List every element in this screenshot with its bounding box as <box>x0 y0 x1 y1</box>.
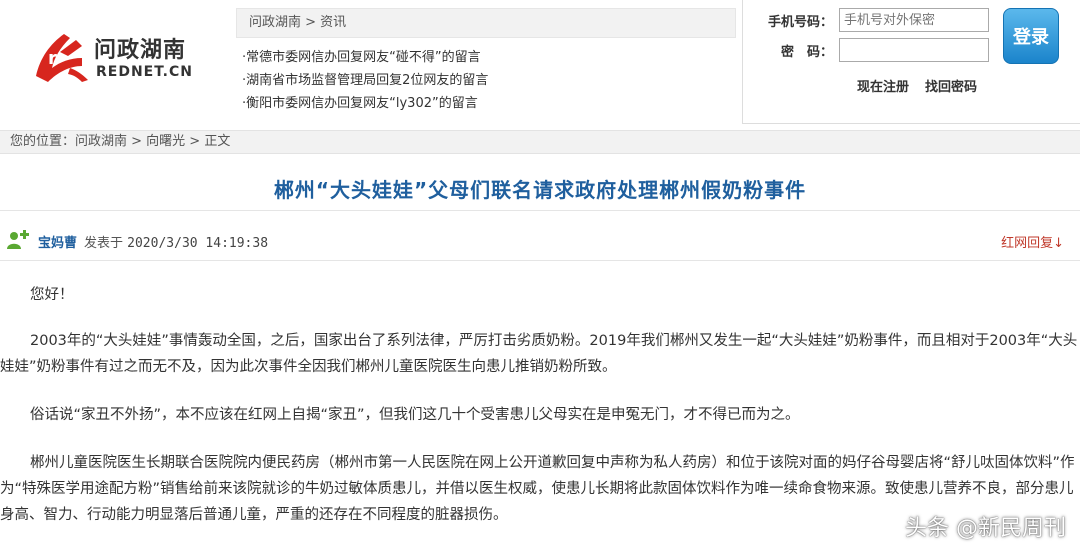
login-links: 现在注册 找回密码 <box>857 76 977 95</box>
rednet-logo-icon: r <box>36 34 88 82</box>
login-button[interactable]: 登录 <box>1003 8 1059 64</box>
phone-input[interactable] <box>839 8 989 32</box>
reply-link[interactable]: 红网回复↓ <box>1001 232 1064 251</box>
news-item[interactable]: ·湖南省市场监督管理局回复2位网友的留言 <box>242 69 736 92</box>
article-paragraph: 俗话说“家丑不外扬”，本不应该在红网上自揭“家丑”，但我们这几十个受害患儿父母实… <box>30 407 800 423</box>
site-header: r 问政湖南 REDNET.CN 问政湖南 > 资讯 ·常德市委网信办回复网友“… <box>0 0 1080 128</box>
news-item[interactable]: ·衡阳市委网信办回复网友“ly302”的留言 <box>242 92 736 115</box>
svg-text:r: r <box>48 48 57 69</box>
phone-label: 手机号码： <box>767 14 833 30</box>
author-divider <box>0 260 1080 261</box>
article-paragraph: 2003年的“大头娃娃”事情轰动全国，之后，国家出台了系列法律，严厉打击劣质奶粉… <box>0 333 1078 375</box>
news-item[interactable]: ·常德市委网信办回复网友“碰不得”的留言 <box>242 46 736 69</box>
location-breadcrumb[interactable]: 您的位置：问政湖南 > 向曙光 > 正文 <box>0 130 1080 154</box>
register-link[interactable]: 现在注册 <box>857 76 909 95</box>
password-label: 密 码： <box>780 44 833 60</box>
news-list: ·常德市委网信办回复网友“碰不得”的留言 ·湖南省市场监督管理局回复2位网友的留… <box>236 38 736 115</box>
login-panel: 手机号码： 密 码： 登录 现在注册 找回密码 <box>742 0 1080 124</box>
user-icon <box>7 230 29 249</box>
author-name[interactable]: 宝妈曹 <box>38 232 77 251</box>
logo-title-en: REDNET.CN <box>96 64 193 80</box>
watermark: 头条 @新民周刊 <box>905 516 1066 541</box>
password-input[interactable] <box>839 38 989 62</box>
news-breadcrumb[interactable]: 问政湖南 > 资讯 <box>236 8 736 38</box>
posted-prefix: 发表于 <box>84 236 124 251</box>
author-bar: 宝妈曹 发表于 2020/3/30 14:19:38 红网回复↓ <box>0 226 1080 254</box>
news-box: 问政湖南 > 资讯 ·常德市委网信办回复网友“碰不得”的留言 ·湖南省市场监督管… <box>236 8 736 126</box>
title-divider <box>0 210 1080 211</box>
logo-title-cn: 问政湖南 <box>94 38 187 63</box>
phone-row: 手机号码： <box>761 8 989 32</box>
site-logo[interactable]: r 问政湖南 REDNET.CN <box>30 28 200 84</box>
post-meta: 发表于 2020/3/30 14:19:38 <box>84 232 268 251</box>
password-row: 密 码： <box>761 38 989 62</box>
find-password-link[interactable]: 找回密码 <box>925 76 977 95</box>
posted-time: 2020/3/30 14:19:38 <box>127 236 269 251</box>
article-title: 郴州“大头娃娃”父母们联名请求政府处理郴州假奶粉事件 <box>273 178 807 202</box>
article-paragraph: 您好！ <box>30 287 74 303</box>
